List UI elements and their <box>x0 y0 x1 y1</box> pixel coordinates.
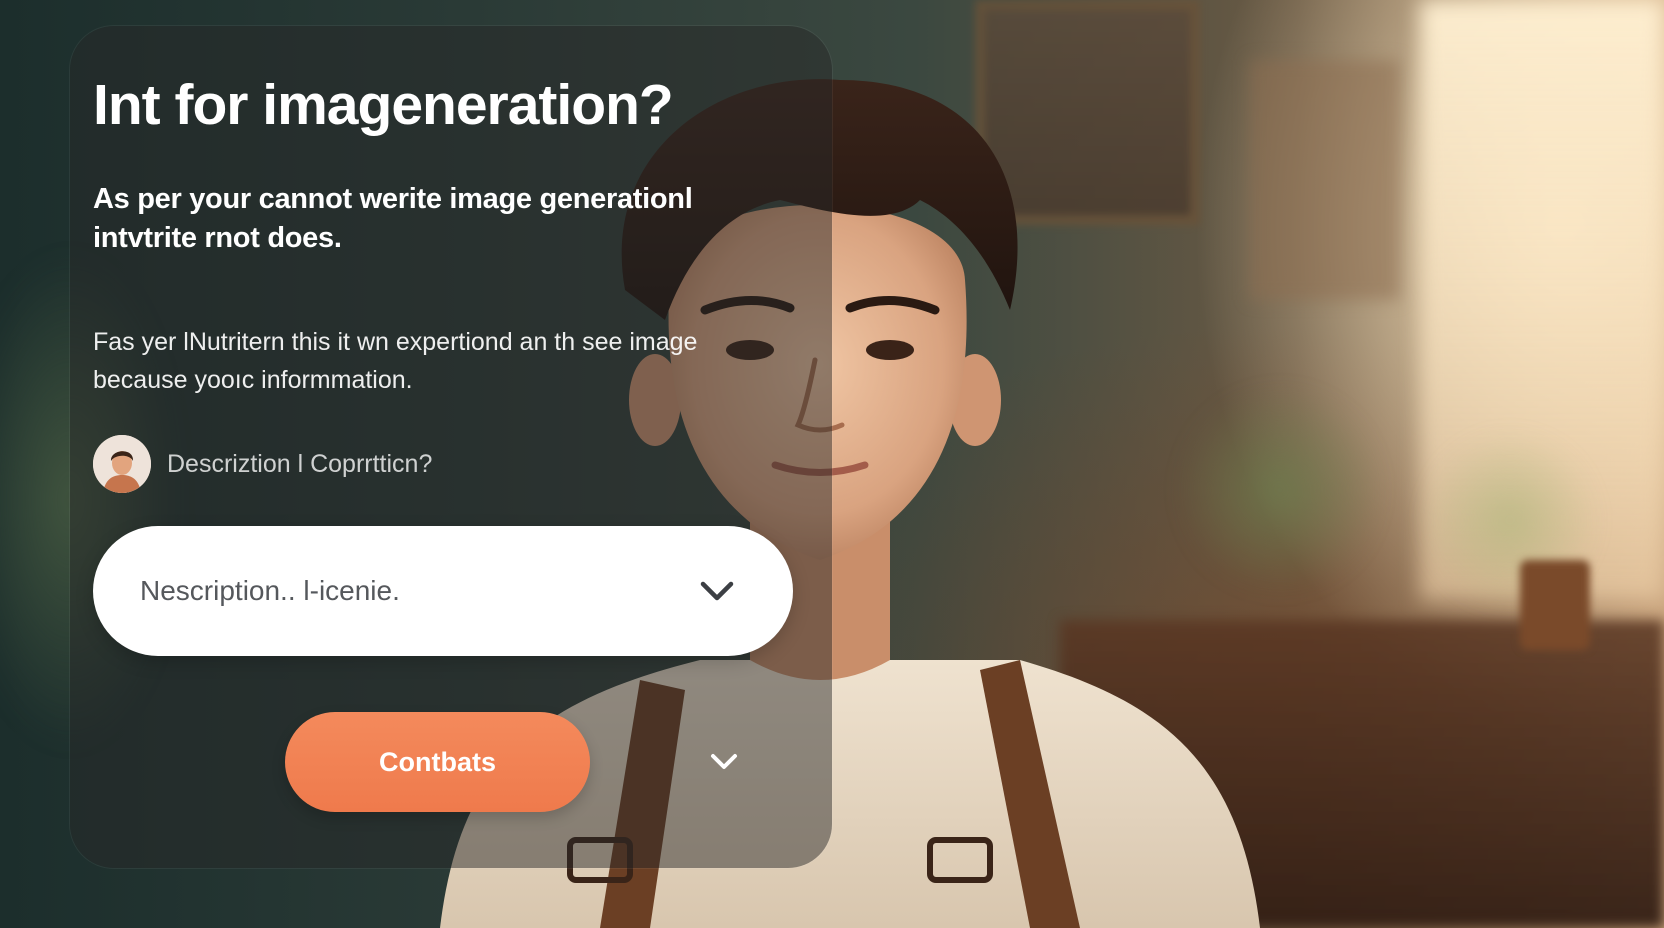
user-row: Descriztion l Coprrtticn? <box>93 434 432 494</box>
chevron-down-icon[interactable] <box>706 744 742 780</box>
description-select[interactable]: Nescription.. l-icenie. <box>93 526 793 656</box>
avatar <box>93 435 151 493</box>
user-avatar-icon <box>93 435 151 493</box>
select-value: Nescription.. l-icenie. <box>140 575 400 606</box>
user-label: Descriztion l Coprrtticn? <box>167 449 433 478</box>
page-title: Int for imageneration? <box>93 73 674 137</box>
contacts-button[interactable]: Contbats <box>285 712 590 812</box>
background-flower-pot <box>1520 560 1590 650</box>
description-text: Fas yer lNutritern this it wn expertiond… <box>93 328 698 394</box>
chevron-down-icon[interactable] <box>697 571 737 611</box>
background-scene: Int for imageneration? As per your canno… <box>0 0 1664 928</box>
subtitle: As per your cannot werite image generati… <box>93 183 693 254</box>
